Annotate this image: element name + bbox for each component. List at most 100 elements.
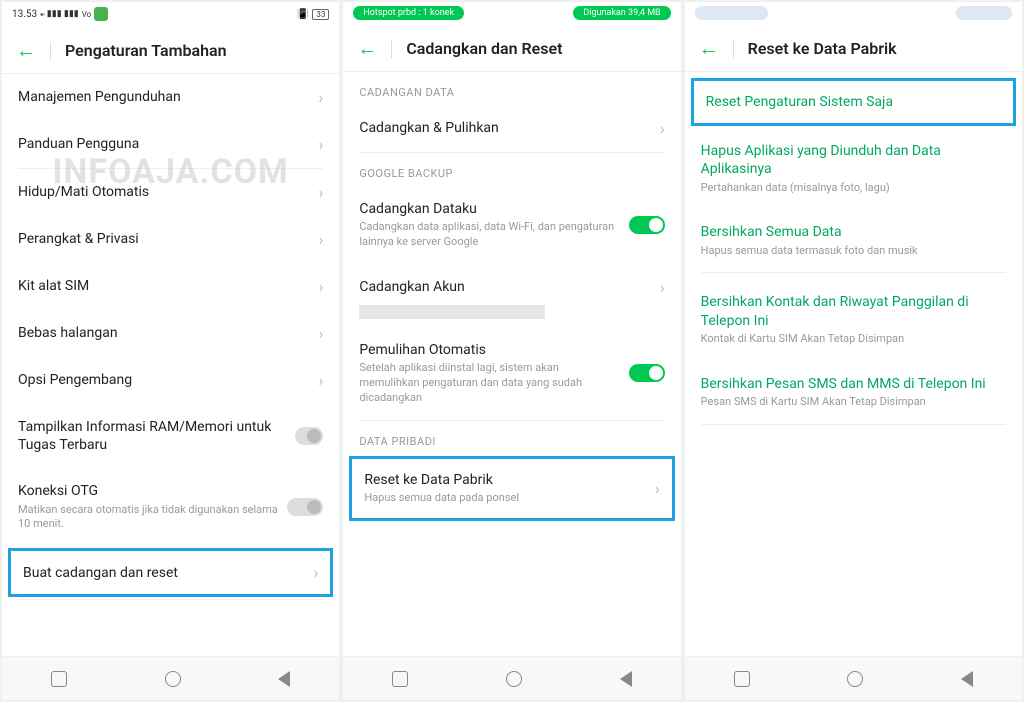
row-erase-all-data[interactable]: Bersihkan Semua Data Hapus semua data te… xyxy=(685,209,1022,272)
nav-home-icon[interactable] xyxy=(506,671,522,687)
row-sublabel: Hapus semua data termasuk foto dan musik xyxy=(701,244,998,259)
pill-data-usage[interactable]: Digunakan 39,4 MB xyxy=(573,6,670,20)
row-sublabel: Setelah aplikasi diinstal lagi, sistem a… xyxy=(359,361,620,406)
header: ← Cadangkan dan Reset xyxy=(343,24,680,71)
pill-data-usage: xxxxxxxx xyxy=(956,6,1012,20)
row-label: Tampilkan Informasi RAM/Memori untuk Tug… xyxy=(18,418,295,454)
volte-icon: Vo xyxy=(82,10,91,19)
toggle-ram[interactable] xyxy=(295,427,324,445)
row-auto-restore[interactable]: Pemulihan Otomatis Setelah aplikasi diin… xyxy=(343,327,680,420)
row-sim-toolkit[interactable]: Kit alat SIM › xyxy=(2,263,339,310)
status-pills: xxxxxxxxxxxx xxxxxxxx xyxy=(685,2,1022,24)
row-erase-sms[interactable]: Bersihkan Pesan SMS dan MMS di Telepon I… xyxy=(685,361,1022,424)
back-arrow-icon[interactable]: ← xyxy=(699,36,719,61)
signal-icon: ▪▫ xyxy=(40,10,44,19)
status-pills: Hotspot prbd : 1 konek Digunakan 39,4 MB xyxy=(343,2,680,24)
row-device-privacy[interactable]: Perangkat & Privasi › xyxy=(2,216,339,263)
chevron-right-icon: › xyxy=(660,119,665,138)
highlight-factory-reset: Reset ke Data Pabrik Hapus semua data pa… xyxy=(349,456,674,521)
toggle-otg[interactable] xyxy=(287,498,323,516)
chevron-right-icon: › xyxy=(314,563,319,582)
chevron-right-icon: › xyxy=(319,183,324,202)
row-label: Buat cadangan dan reset xyxy=(23,564,178,582)
row-label: Cadangkan Akun xyxy=(359,278,464,296)
chevron-right-icon: › xyxy=(660,278,665,297)
row-sublabel: Matikan secara otomatis jika tidak digun… xyxy=(18,503,279,533)
row-otg[interactable]: Koneksi OTG Matikan secara otomatis jika… xyxy=(2,468,339,546)
row-label: Panduan Pengguna xyxy=(18,135,139,153)
header-divider xyxy=(733,40,734,58)
row-label: Cadangkan & Pulihkan xyxy=(359,119,498,137)
row-accessibility[interactable]: Bebas halangan › xyxy=(2,310,339,357)
row-download-management[interactable]: Manajemen Pengunduhan › xyxy=(2,74,339,121)
row-backup-my-data[interactable]: Cadangkan Dataku Cadangkan data aplikasi… xyxy=(343,186,680,264)
row-backup-account[interactable]: Cadangkan Akun › xyxy=(343,264,680,301)
screen-backup-reset: Hotspot prbd : 1 konek Digunakan 39,4 MB… xyxy=(343,2,680,700)
nav-back-icon[interactable] xyxy=(961,671,973,687)
pill-hotspot[interactable]: Hotspot prbd : 1 konek xyxy=(353,6,464,20)
screen-additional-settings: 13.53 ▪▫ ▮▮▮ ▮▮▮ Vo 📳 33 ← Pengaturan Ta… xyxy=(2,2,339,700)
header-divider xyxy=(391,40,392,58)
battery-indicator: 33 xyxy=(312,9,329,20)
navigation-bar xyxy=(685,656,1022,700)
page-title: Reset ke Data Pabrik xyxy=(748,39,897,58)
nav-home-icon[interactable] xyxy=(847,671,863,687)
nav-back-icon[interactable] xyxy=(620,671,632,687)
row-sublabel: Cadangkan data aplikasi, data Wi-Fi, dan… xyxy=(359,220,620,250)
row-label: Opsi Pengembang xyxy=(18,371,132,389)
page-title: Pengaturan Tambahan xyxy=(65,41,227,60)
header-divider xyxy=(50,42,51,60)
back-arrow-icon[interactable]: ← xyxy=(16,38,36,63)
row-factory-reset[interactable]: Reset ke Data Pabrik Hapus semua data pa… xyxy=(352,459,671,518)
row-label: Pemulihan Otomatis xyxy=(359,341,620,359)
header: ← Pengaturan Tambahan xyxy=(2,26,339,73)
row-user-guide[interactable]: Panduan Pengguna › xyxy=(2,121,339,168)
message-icon xyxy=(94,7,108,21)
toggle-backup-data[interactable] xyxy=(629,216,665,234)
row-sublabel: Pertahankan data (misalnya foto, lagu) xyxy=(701,181,998,196)
nav-recents-icon[interactable] xyxy=(392,671,408,687)
row-ram-info[interactable]: Tampilkan Informasi RAM/Memori untuk Tug… xyxy=(2,404,339,468)
chevron-right-icon: › xyxy=(319,88,324,107)
highlight-backup-reset: Buat cadangan dan reset › xyxy=(8,548,333,597)
nav-recents-icon[interactable] xyxy=(51,671,67,687)
row-erase-contacts[interactable]: Bersihkan Kontak dan Riwayat Panggilan d… xyxy=(685,273,1022,360)
row-sublabel: Hapus semua data pada ponsel xyxy=(364,491,647,506)
toggle-auto-restore[interactable] xyxy=(629,364,665,382)
nav-home-icon[interactable] xyxy=(165,671,181,687)
row-reset-system-only[interactable]: Reset Pengaturan Sistem Saja xyxy=(694,81,1013,123)
chevron-right-icon: › xyxy=(319,324,324,343)
nav-recents-icon[interactable] xyxy=(734,671,750,687)
row-label: Bersihkan Semua Data xyxy=(701,223,998,241)
nav-back-icon[interactable] xyxy=(278,671,290,687)
row-label: Bersihkan Pesan SMS dan MMS di Telepon I… xyxy=(701,375,998,393)
row-erase-downloaded-apps[interactable]: Hapus Aplikasi yang Diunduh dan Data Apl… xyxy=(685,128,1022,209)
navigation-bar xyxy=(2,656,339,700)
section-backup-data: CADANGAN DATA xyxy=(343,72,680,105)
row-label: Reset ke Data Pabrik xyxy=(364,471,647,489)
row-sublabel: Kontak di Kartu SIM Akan Tetap Disimpan xyxy=(701,332,998,347)
account-placeholder xyxy=(359,305,545,319)
row-label: Cadangkan Dataku xyxy=(359,200,620,218)
status-bar: 13.53 ▪▫ ▮▮▮ ▮▮▮ Vo 📳 33 xyxy=(2,2,339,26)
chevron-right-icon: › xyxy=(319,135,324,154)
row-developer-options[interactable]: Opsi Pengembang › xyxy=(2,357,339,404)
page-title: Cadangkan dan Reset xyxy=(406,39,562,58)
header: ← Reset ke Data Pabrik xyxy=(685,24,1022,71)
navigation-bar xyxy=(343,656,680,700)
screen-factory-reset: xxxxxxxxxxxx xxxxxxxx ← Reset ke Data Pa… xyxy=(685,2,1022,700)
row-label: Reset Pengaturan Sistem Saja xyxy=(706,93,893,111)
row-backup-restore[interactable]: Cadangkan & Pulihkan › xyxy=(343,105,680,152)
row-backup-reset[interactable]: Buat cadangan dan reset › xyxy=(11,551,330,594)
status-time: 13.53 xyxy=(12,9,37,20)
row-label: Hapus Aplikasi yang Diunduh dan Data Apl… xyxy=(701,142,998,178)
chevron-right-icon: › xyxy=(319,230,324,249)
vibrate-icon: 📳 xyxy=(297,9,309,20)
row-label: Koneksi OTG xyxy=(18,482,279,500)
row-label: Perangkat & Privasi xyxy=(18,230,139,248)
row-label: Bebas halangan xyxy=(18,324,118,342)
row-label: Bersihkan Kontak dan Riwayat Panggilan d… xyxy=(701,293,998,329)
chevron-right-icon: › xyxy=(655,479,660,498)
row-auto-onoff[interactable]: Hidup/Mati Otomatis › xyxy=(2,169,339,216)
back-arrow-icon[interactable]: ← xyxy=(357,36,377,61)
